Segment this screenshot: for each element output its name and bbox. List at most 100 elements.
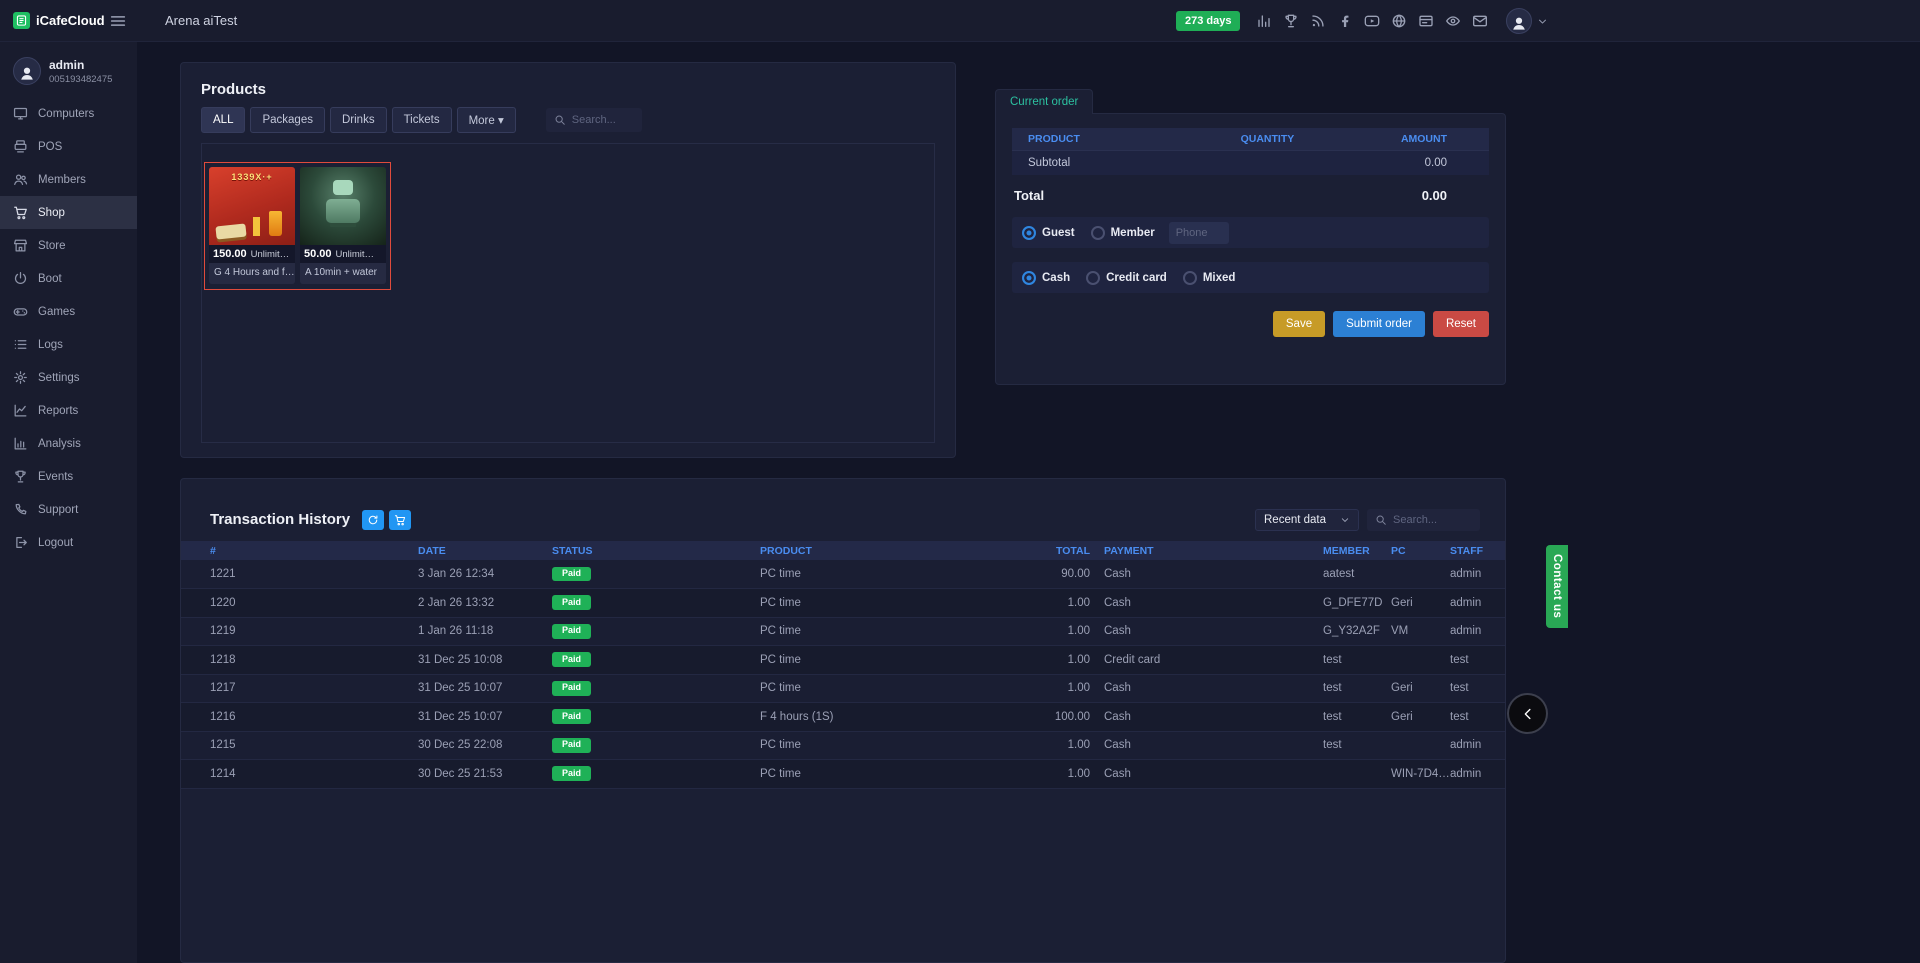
recent-data-value: Recent data (1264, 514, 1326, 526)
card-icon[interactable] (1418, 13, 1434, 29)
tx-cell: 1.00 (990, 674, 1090, 703)
sidebar-item-pos[interactable]: POS (0, 130, 137, 163)
product-tab-all[interactable]: ALL (201, 107, 245, 133)
tx-cell: Geri (1391, 703, 1450, 732)
brand[interactable]: iCafeCloud (13, 12, 105, 29)
sidebar-item-reports[interactable]: Reports (0, 394, 137, 427)
product-tab-tickets[interactable]: Tickets (392, 107, 452, 133)
tx-cell: Cash (1090, 703, 1323, 732)
tx-cell (1391, 560, 1450, 589)
tab-current-order[interactable]: Current order (995, 89, 1093, 114)
chevron-down-icon[interactable] (1537, 16, 1548, 27)
sidebar-item-events[interactable]: Events (0, 460, 137, 493)
tx-cell: Cash (1090, 589, 1323, 618)
reviews-icon[interactable] (1445, 13, 1461, 29)
tx-row: 121831 Dec 25 10:08PaidPC time1.00Credit… (181, 646, 1505, 675)
product-card[interactable]: 50.00Unlimit…A 10min + water (300, 167, 386, 284)
tx-row: 121430 Dec 25 21:53PaidPC time1.00CashWI… (181, 760, 1505, 789)
search-icon (554, 114, 566, 126)
payment-radio-credit-card[interactable]: Credit card (1086, 271, 1167, 285)
payment-radios: Cash Credit card Mixed (1022, 271, 1235, 285)
tx-row: 121631 Dec 25 10:07PaidF 4 hours (1S)100… (181, 703, 1505, 732)
tx-cell: Cash (1090, 731, 1323, 760)
stats-icon[interactable] (1256, 13, 1272, 29)
trophy-icon[interactable] (1283, 13, 1299, 29)
sidebar-item-label: Shop (38, 207, 65, 219)
sidebar-item-members[interactable]: Members (0, 163, 137, 196)
customer-radio-member[interactable]: Member (1091, 226, 1155, 240)
gamepad-icon (13, 304, 28, 319)
order-panel: Current order PRODUCTQUANTITYAMOUNT Subt… (995, 88, 1506, 385)
sidebar-item-label: Support (38, 504, 78, 516)
transaction-search[interactable] (1367, 509, 1480, 531)
sidebar-item-computers[interactable]: Computers (0, 97, 137, 130)
tx-cell: Paid (552, 589, 760, 618)
refresh-button[interactable] (362, 510, 384, 530)
tx-cell: 1.00 (990, 731, 1090, 760)
mail-icon[interactable] (1472, 13, 1488, 29)
product-search[interactable] (546, 108, 642, 132)
tx-cell: PC time (760, 731, 990, 760)
order-actions: Save Submit order Reset (1012, 311, 1489, 337)
tx-cell: 1214 (181, 760, 418, 789)
sidebar-item-settings[interactable]: Settings (0, 361, 137, 394)
product-price-row: 50.00Unlimit… (300, 245, 386, 263)
tx-row: 121731 Dec 25 10:07PaidPC time1.00Cashte… (181, 674, 1505, 703)
sidebar-item-label: Games (38, 306, 75, 318)
subtotal-label: Subtotal (1028, 157, 1070, 169)
sidebar-item-analysis[interactable]: Analysis (0, 427, 137, 460)
sidebar-item-boot[interactable]: Boot (0, 262, 137, 295)
recent-data-select[interactable]: Recent data (1255, 509, 1359, 531)
status-badge: Paid (552, 652, 591, 667)
product-search-input[interactable] (572, 114, 634, 126)
tx-cell: PC time (760, 560, 990, 589)
tx-cell: 1 Jan 26 11:18 (418, 617, 552, 646)
payment-radio-cash[interactable]: Cash (1022, 271, 1070, 285)
tx-cell: 31 Dec 25 10:07 (418, 674, 552, 703)
tx-cell: 2 Jan 26 13:32 (418, 589, 552, 618)
store-icon (13, 238, 28, 253)
tx-cell: PC time (760, 760, 990, 789)
product-card[interactable]: 1339X·+150.00Unlimit…G 4 Hours and f… (209, 167, 295, 284)
sidebar-item-label: Boot (38, 273, 62, 285)
contact-us-tab[interactable]: Contact us (1546, 545, 1568, 628)
sidebar-item-support[interactable]: Support (0, 493, 137, 526)
transaction-search-input[interactable] (1393, 514, 1472, 526)
license-days-badge[interactable]: 273 days (1176, 11, 1240, 31)
order-col-quantity: QUANTITY (1208, 133, 1328, 145)
save-button[interactable]: Save (1273, 311, 1325, 337)
transaction-history-title: Transaction History (210, 511, 350, 528)
payment-radio-mixed[interactable]: Mixed (1183, 271, 1236, 285)
product-tag: Unlimit… (251, 249, 290, 260)
tx-cell: PC time (760, 674, 990, 703)
topbar-icons (1256, 13, 1488, 29)
tx-cell: Paid (552, 646, 760, 675)
product-tab-more[interactable]: More ▾ (457, 107, 516, 133)
youtube-icon[interactable] (1364, 13, 1380, 29)
facebook-icon[interactable] (1337, 13, 1353, 29)
user-avatar[interactable] (1506, 8, 1532, 34)
cart-button[interactable] (389, 510, 411, 530)
sidebar-item-logout[interactable]: Logout (0, 526, 137, 559)
customer-radio-guest[interactable]: Guest (1022, 226, 1075, 240)
sidebar-item-store[interactable]: Store (0, 229, 137, 262)
payment-strip: Cash Credit card Mixed (1012, 262, 1489, 293)
submit-order-button[interactable]: Submit order (1333, 311, 1425, 337)
sidebar-item-label: Settings (38, 372, 80, 384)
product-tab-drinks[interactable]: Drinks (330, 107, 387, 133)
chat-toggle-button[interactable] (1509, 695, 1546, 732)
radio-circle (1091, 226, 1105, 240)
tx-row: 12213 Jan 26 12:34PaidPC time90.00Cashaa… (181, 560, 1505, 589)
sidebar-item-logs[interactable]: Logs (0, 328, 137, 361)
total-label: Total (1014, 188, 1044, 203)
sidebar-item-games[interactable]: Games (0, 295, 137, 328)
icafecloud-logo-icon (13, 12, 30, 29)
sidebar-item-shop[interactable]: Shop (0, 196, 137, 229)
menu-toggle-icon[interactable] (109, 12, 127, 30)
order-col-amount: AMOUNT (1327, 133, 1473, 145)
product-tab-packages[interactable]: Packages (250, 107, 325, 133)
phone-input[interactable] (1169, 222, 1229, 244)
globe-icon[interactable] (1391, 13, 1407, 29)
reset-button[interactable]: Reset (1433, 311, 1489, 337)
rss-icon[interactable] (1310, 13, 1326, 29)
